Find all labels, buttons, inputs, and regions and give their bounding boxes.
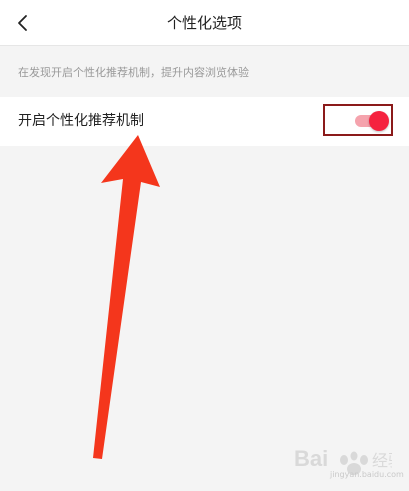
top-nav-bar: 个性化选项 bbox=[0, 0, 409, 46]
watermark-url: jingyan.baidu.com bbox=[330, 470, 404, 479]
toggle-knob bbox=[369, 111, 389, 131]
annotation-arrow-shape bbox=[93, 135, 160, 459]
setting-label: 开启个性化推荐机制 bbox=[18, 113, 144, 129]
svg-text:Bai: Bai bbox=[294, 446, 328, 471]
personalized-recommendation-toggle[interactable] bbox=[353, 111, 391, 131]
section-description: 在发现开启个性化推荐机制，提升内容浏览体验 bbox=[18, 66, 249, 79]
page-title: 个性化选项 bbox=[166, 14, 242, 32]
svg-text:经验: 经验 bbox=[372, 452, 392, 470]
